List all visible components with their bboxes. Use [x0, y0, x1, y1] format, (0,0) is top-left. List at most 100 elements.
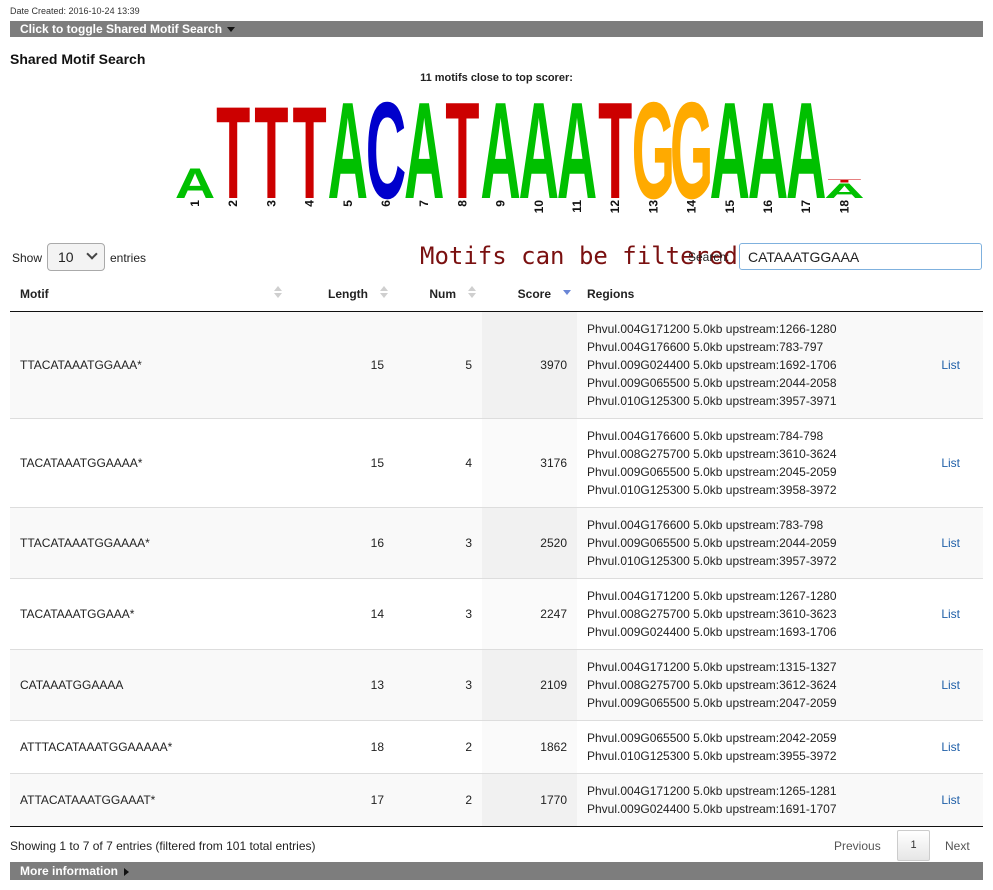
- logo-position-label: 9: [494, 200, 508, 207]
- table-info: Showing 1 to 7 of 7 entries (filtered fr…: [10, 839, 316, 853]
- logo-position-label: 4: [303, 200, 317, 207]
- logo-position-label: 5: [341, 200, 355, 207]
- logo-position-label: 7: [417, 200, 431, 207]
- search-label: Search:: [688, 250, 730, 264]
- entries-label: entries: [110, 251, 147, 265]
- length-cell: 15: [288, 311, 394, 419]
- previous-page-button[interactable]: Previous: [834, 839, 881, 853]
- logo-position-label: 1: [188, 200, 202, 207]
- region-entry: Phvul.010G125300 5.0kb upstream:3955-397…: [587, 749, 837, 763]
- regions-cell: Phvul.009G065500 5.0kb upstream:2042-205…: [577, 720, 913, 774]
- column-label: Regions: [587, 287, 635, 301]
- logo-position-label: 11: [570, 200, 584, 213]
- page-size-value: 10: [58, 249, 74, 265]
- logo-position-label: 18: [837, 200, 851, 214]
- page-size-select[interactable]: 10: [47, 243, 105, 271]
- region-entry: Phvul.009G065500 5.0kb upstream:2042-205…: [587, 731, 837, 745]
- motif-cell: CATAAATGGAAAA: [10, 649, 288, 721]
- column-label: Score: [517, 287, 551, 301]
- region-entry: Phvul.004G171200 5.0kb upstream:1266-128…: [587, 322, 837, 336]
- region-entry: Phvul.009G024400 5.0kb upstream:1693-170…: [587, 625, 837, 639]
- column-header-regions: Regions: [577, 277, 913, 312]
- score-cell: 2520: [482, 507, 577, 579]
- column-label: Length: [328, 287, 368, 301]
- logo-letter: T: [827, 179, 861, 184]
- motif-cell: ATTTACATAAATGGAAAAA*: [10, 720, 288, 774]
- list-cell: List: [913, 578, 983, 650]
- score-cell: 2109: [482, 649, 577, 721]
- logo-position-label: 2: [226, 200, 240, 207]
- region-entry: Phvul.004G171200 5.0kb upstream:1265-128…: [587, 784, 837, 798]
- more-information-label: More information: [20, 864, 118, 878]
- chevron-down-icon: [86, 248, 98, 260]
- num-cell: 5: [394, 311, 482, 419]
- motif-table: Motif Length Num Score Regions TTACATAAA…: [10, 277, 983, 827]
- regions-cell: Phvul.004G176600 5.0kb upstream:783-798 P…: [577, 507, 913, 579]
- motif-cell: ATTACATAAATGGAAAT*: [10, 773, 288, 827]
- regions-cell: Phvul.004G171200 5.0kb upstream:1267-128…: [577, 578, 913, 650]
- motif-cell: TACATAAATGGAAA*: [10, 578, 288, 650]
- list-link[interactable]: List: [941, 536, 960, 550]
- score-cell: 3970: [482, 311, 577, 419]
- score-cell: 1770: [482, 773, 577, 827]
- list-cell: List: [913, 720, 983, 774]
- score-cell: 1862: [482, 720, 577, 774]
- region-entry: Phvul.004G171200 5.0kb upstream:1315-132…: [587, 660, 837, 674]
- more-information-toggle[interactable]: More information: [10, 862, 983, 880]
- logo-position-label: 3: [264, 200, 278, 207]
- sort-icon: [274, 286, 282, 300]
- region-entry: Phvul.009G065500 5.0kb upstream:2047-205…: [587, 696, 837, 710]
- num-cell: 3: [394, 578, 482, 650]
- list-link[interactable]: List: [941, 358, 960, 372]
- page-1-button[interactable]: 1: [897, 830, 930, 861]
- num-cell: 2: [394, 720, 482, 774]
- logo-position-label: 13: [646, 200, 660, 214]
- region-entry: Phvul.004G171200 5.0kb upstream:1267-128…: [587, 589, 837, 603]
- motif-cell: TTACATAAATGGAAAA*: [10, 507, 288, 579]
- region-entry: Phvul.009G065500 5.0kb upstream:2044-205…: [587, 536, 837, 550]
- logo-position-label: 15: [723, 200, 737, 214]
- caret-right-icon: [124, 867, 129, 876]
- column-header-num[interactable]: Num: [394, 277, 482, 312]
- motif-cell: TACATAAATGGAAAA*: [10, 418, 288, 508]
- region-entry: Phvul.009G065500 5.0kb upstream:2045-205…: [587, 465, 837, 479]
- column-header-action: [913, 277, 983, 312]
- region-entry: Phvul.009G065500 5.0kb upstream:2044-205…: [587, 376, 837, 390]
- score-cell: 3176: [482, 418, 577, 508]
- list-link[interactable]: List: [941, 678, 960, 692]
- sort-desc-icon: [563, 286, 571, 300]
- region-entry: Phvul.008G275700 5.0kb upstream:3612-362…: [587, 678, 837, 692]
- table-row: TTACATAAATGGAAA* 15 5 3970 Phvul.004G171200 …: [10, 311, 983, 419]
- table-header-row: Motif Length Num Score Regions: [10, 277, 983, 312]
- logo-position-label: 8: [455, 200, 469, 207]
- column-header-motif[interactable]: Motif: [10, 277, 288, 312]
- regions-cell: Phvul.004G171200 5.0kb upstream:1265-128…: [577, 773, 913, 827]
- list-cell: List: [913, 311, 983, 419]
- region-entry: Phvul.010G125300 5.0kb upstream:3957-397…: [587, 554, 837, 568]
- region-entry: Phvul.004G176600 5.0kb upstream:783-797: [587, 340, 824, 354]
- num-cell: 2: [394, 773, 482, 827]
- logo-position-label: 14: [685, 200, 699, 214]
- table-row: ATTACATAAATGGAAAT* 17 2 1770 Phvul.004G17120…: [10, 773, 983, 827]
- list-link[interactable]: List: [941, 793, 960, 807]
- num-cell: 3: [394, 649, 482, 721]
- search-input[interactable]: [739, 243, 982, 270]
- score-cell: 2247: [482, 578, 577, 650]
- region-entry: Phvul.004G176600 5.0kb upstream:784-798: [587, 429, 824, 443]
- table-row: ATTTACATAAATGGAAAAA* 18 2 1862 Phvul.009G065…: [10, 720, 983, 774]
- logo-position-label: 12: [608, 200, 622, 214]
- list-cell: List: [913, 507, 983, 579]
- logo-position-label: 17: [799, 200, 813, 214]
- region-entry: Phvul.009G024400 5.0kb upstream:1691-170…: [587, 802, 837, 816]
- column-header-length[interactable]: Length: [288, 277, 394, 312]
- list-link[interactable]: List: [941, 740, 960, 754]
- list-link[interactable]: List: [941, 607, 960, 621]
- column-header-score[interactable]: Score: [482, 277, 577, 312]
- list-link[interactable]: List: [941, 456, 960, 470]
- next-page-button[interactable]: Next: [945, 839, 970, 853]
- logo-position-label: 6: [379, 200, 393, 207]
- list-cell: List: [913, 649, 983, 721]
- column-label: Num: [429, 287, 456, 301]
- logo-position-label: 10: [532, 200, 546, 214]
- region-entry: Phvul.010G125300 5.0kb upstream:3958-397…: [587, 483, 837, 497]
